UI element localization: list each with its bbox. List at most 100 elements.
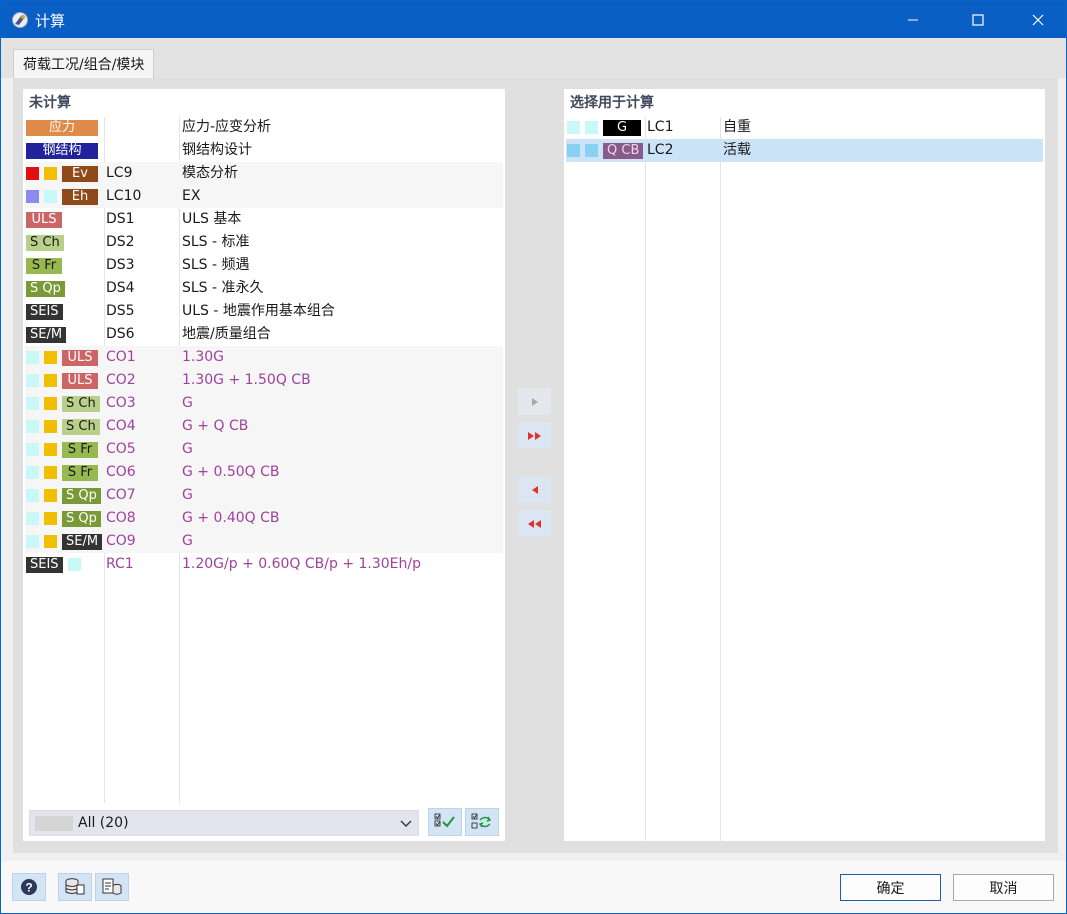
color-square — [26, 535, 39, 548]
type-badge: SE/M — [62, 533, 103, 550]
item-badges: 钢结构 — [26, 141, 98, 160]
type-badge: S Fr — [26, 257, 62, 274]
color-square — [26, 420, 39, 433]
help-icon: ? — [21, 879, 37, 895]
list-item[interactable]: S Ch DS2 SLS - 标准 — [25, 231, 503, 254]
list-item[interactable]: ULS DS1 ULS 基本 — [25, 208, 503, 231]
color-square — [26, 374, 39, 387]
move-right-button[interactable] — [518, 388, 551, 415]
move-all-right-button[interactable] — [518, 422, 551, 449]
item-code: LC2 — [647, 142, 674, 158]
minimize-icon — [908, 19, 918, 20]
export-button[interactable] — [95, 873, 129, 901]
filter-bar: All (20) — [29, 808, 499, 836]
color-square — [567, 144, 580, 157]
type-badge: 钢结构 — [26, 142, 98, 159]
list-item[interactable]: SEIS RC1 1.20G/p + 0.60Q CB/p + 1.30Eh/p — [25, 553, 503, 576]
double-arrow-left-icon — [527, 519, 541, 528]
item-code: DS2 — [106, 234, 135, 250]
tab-load-cases[interactable]: 荷载工况/组合/模块 — [13, 49, 155, 78]
list-item[interactable]: SE/M DS6 地震/质量组合 — [25, 323, 503, 346]
color-square — [67, 558, 81, 571]
list-item[interactable]: SE/M CO9 G — [25, 530, 503, 553]
item-badges: SEIS — [26, 555, 86, 574]
type-badge: S Ch — [62, 418, 100, 435]
item-code: CO2 — [106, 372, 136, 388]
item-badges: SE/M — [26, 532, 103, 551]
color-square — [44, 489, 57, 502]
column-divider — [645, 117, 646, 841]
selected-for-calculation-panel: 选择用于计算 G LC1 自重 Q CB LC2 活载 — [564, 89, 1045, 841]
close-button[interactable] — [1011, 1, 1065, 38]
list-item[interactable]: SEIS DS5 ULS - 地震作用基本组合 — [25, 300, 503, 323]
item-description: G + 0.40Q CB — [182, 510, 280, 526]
item-badges: 应力 — [26, 118, 98, 137]
item-description: 模态分析 — [182, 165, 238, 181]
item-description: SLS - 标准 — [182, 234, 250, 250]
list-item[interactable]: S Ch CO4 G + Q CB — [25, 415, 503, 438]
list-item[interactable]: G LC1 自重 — [566, 116, 1043, 139]
item-badges: S Qp — [26, 279, 65, 298]
item-description: 自重 — [723, 119, 751, 135]
item-description: 1.30G + 1.50Q CB — [182, 372, 311, 388]
maximize-button[interactable] — [951, 1, 1005, 38]
item-badges: S Ch — [26, 394, 100, 413]
item-description: G — [182, 533, 193, 549]
item-description: G — [182, 395, 193, 411]
list-item[interactable]: S Fr CO5 G — [25, 438, 503, 461]
item-badges: ULS — [26, 210, 62, 229]
list-item[interactable]: Eh LC10 EX — [25, 185, 503, 208]
list-item[interactable]: S Fr DS3 SLS - 频遇 — [25, 254, 503, 277]
item-description: 应力-应变分析 — [182, 119, 272, 135]
color-square — [585, 121, 598, 134]
svg-text:?: ? — [25, 881, 32, 895]
color-square — [44, 420, 57, 433]
help-button[interactable]: ? — [12, 873, 46, 901]
item-badges: S Ch — [26, 233, 64, 252]
item-description: 活载 — [723, 142, 751, 158]
item-description: EX — [182, 188, 201, 204]
select-all-button[interactable] — [428, 808, 462, 836]
list-item[interactable]: ULS CO2 1.30G + 1.50Q CB — [25, 369, 503, 392]
color-square — [585, 144, 598, 157]
list-item[interactable]: 钢结构 钢结构设计 — [25, 139, 503, 162]
list-item[interactable]: ULS CO1 1.30G — [25, 346, 503, 369]
list-item[interactable]: S Qp CO8 G + 0.40Q CB — [25, 507, 503, 530]
item-description: G + 0.50Q CB — [182, 464, 280, 480]
list-item[interactable]: Ev LC9 模态分析 — [25, 162, 503, 185]
type-badge: S Ch — [26, 234, 64, 251]
list-item[interactable]: S Qp CO7 G — [25, 484, 503, 507]
list-item[interactable]: S Fr CO6 G + 0.50Q CB — [25, 461, 503, 484]
check-all-icon — [434, 813, 455, 828]
color-square — [44, 351, 57, 364]
color-square — [26, 167, 39, 180]
item-code: DS3 — [106, 257, 135, 273]
chevron-down-icon — [398, 814, 414, 832]
cancel-button[interactable]: 取消 — [953, 874, 1054, 901]
invert-selection-button[interactable] — [465, 808, 499, 836]
list-item[interactable]: 应力 应力-应变分析 — [25, 116, 503, 139]
item-code: LC9 — [106, 165, 133, 181]
move-left-button[interactable] — [518, 476, 551, 503]
maximize-icon — [972, 13, 984, 26]
item-description: 1.20G/p + 0.60Q CB/p + 1.30Eh/p — [182, 556, 422, 572]
filter-select[interactable]: All (20) — [29, 810, 419, 836]
invert-selection-icon — [471, 813, 492, 829]
list-item[interactable]: Q CB LC2 活载 — [566, 139, 1043, 162]
list-item[interactable]: S Ch CO3 G — [25, 392, 503, 415]
list-item[interactable]: S Qp DS4 SLS - 准永久 — [25, 277, 503, 300]
color-square — [44, 535, 57, 548]
color-square — [26, 190, 39, 203]
minimize-button[interactable] — [886, 1, 940, 38]
type-badge: 应力 — [26, 119, 98, 136]
color-square — [44, 190, 57, 203]
item-code: LC1 — [647, 119, 674, 135]
ok-button[interactable]: 确定 — [840, 874, 941, 901]
database-button[interactable] — [58, 873, 92, 901]
tab-strip: 荷载工况/组合/模块 — [1, 38, 1066, 78]
move-all-left-button[interactable] — [518, 510, 551, 537]
item-badges: S Qp — [26, 509, 101, 528]
item-description: 地震/质量组合 — [182, 326, 271, 342]
not-calculated-list: 应力 应力-应变分析 钢结构 钢结构设计 Ev LC9 模态分析 Eh LC10 EX ULS DS1… — [25, 116, 503, 576]
item-badges: Eh — [26, 187, 98, 206]
